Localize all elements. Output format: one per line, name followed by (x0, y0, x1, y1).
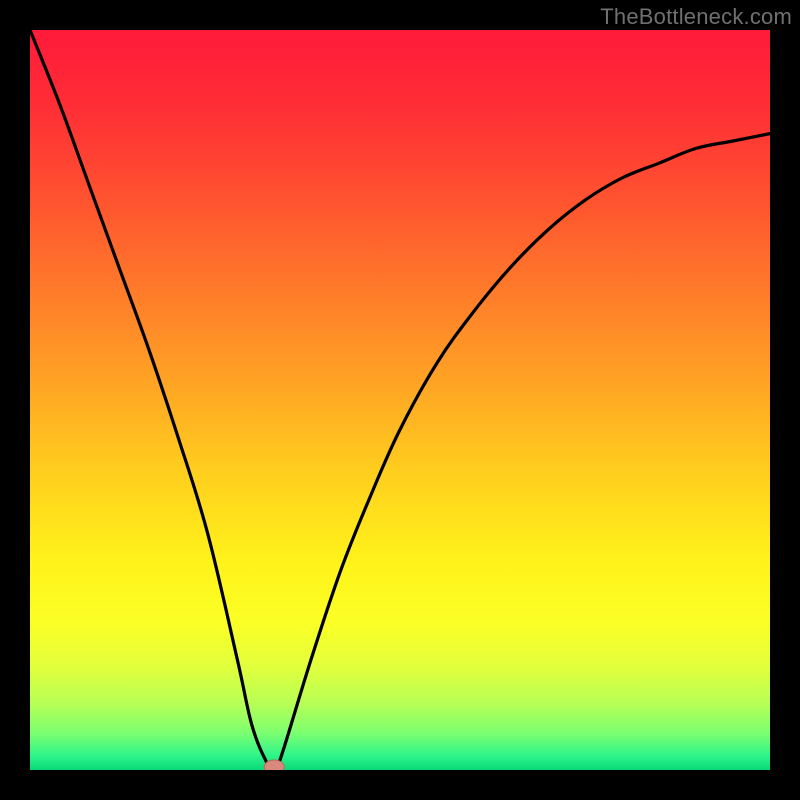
watermark-text: TheBottleneck.com (600, 4, 792, 30)
plot-area (30, 30, 770, 770)
optimum-marker (264, 760, 284, 770)
chart-frame: TheBottleneck.com (0, 0, 800, 800)
gradient-background (30, 30, 770, 770)
chart-svg (30, 30, 770, 770)
